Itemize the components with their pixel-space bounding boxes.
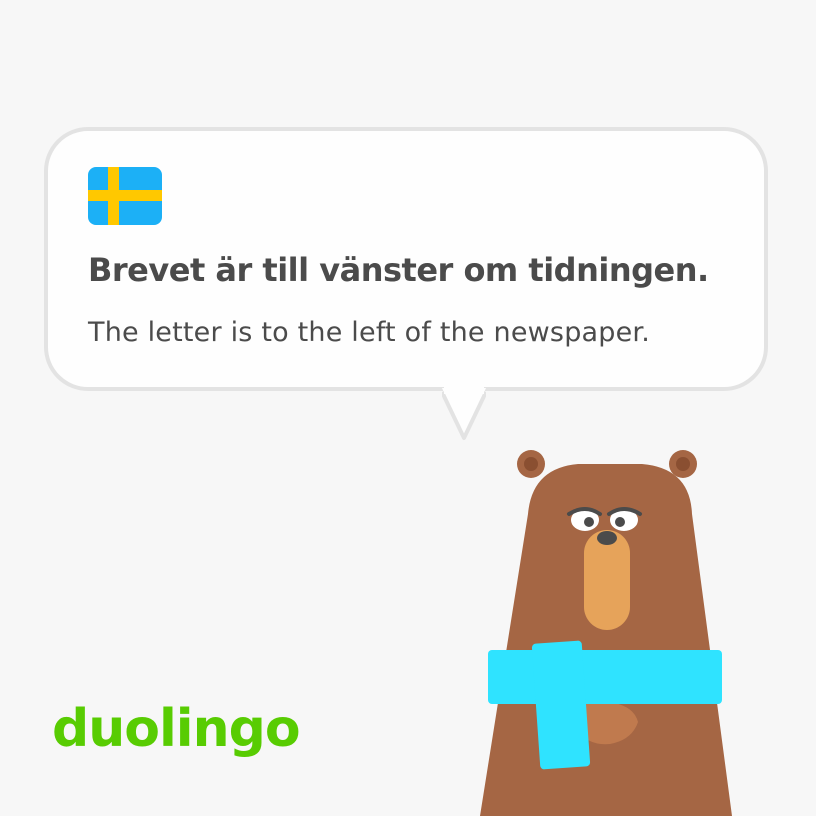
sentence-text: Brevet är till vänster om tidningen. <box>88 251 709 289</box>
bear-body <box>480 464 732 816</box>
speech-bubble-tail <box>442 386 486 440</box>
sweden-flag-icon <box>88 167 162 225</box>
speech-bubble: Brevet är till vänster om tidningen. The… <box>44 127 768 391</box>
bear-nose <box>597 531 617 545</box>
duolingo-logo: duolingo <box>52 699 301 759</box>
translation-text: The letter is to the left of the newspap… <box>88 317 651 348</box>
bear-character-icon <box>480 450 732 816</box>
